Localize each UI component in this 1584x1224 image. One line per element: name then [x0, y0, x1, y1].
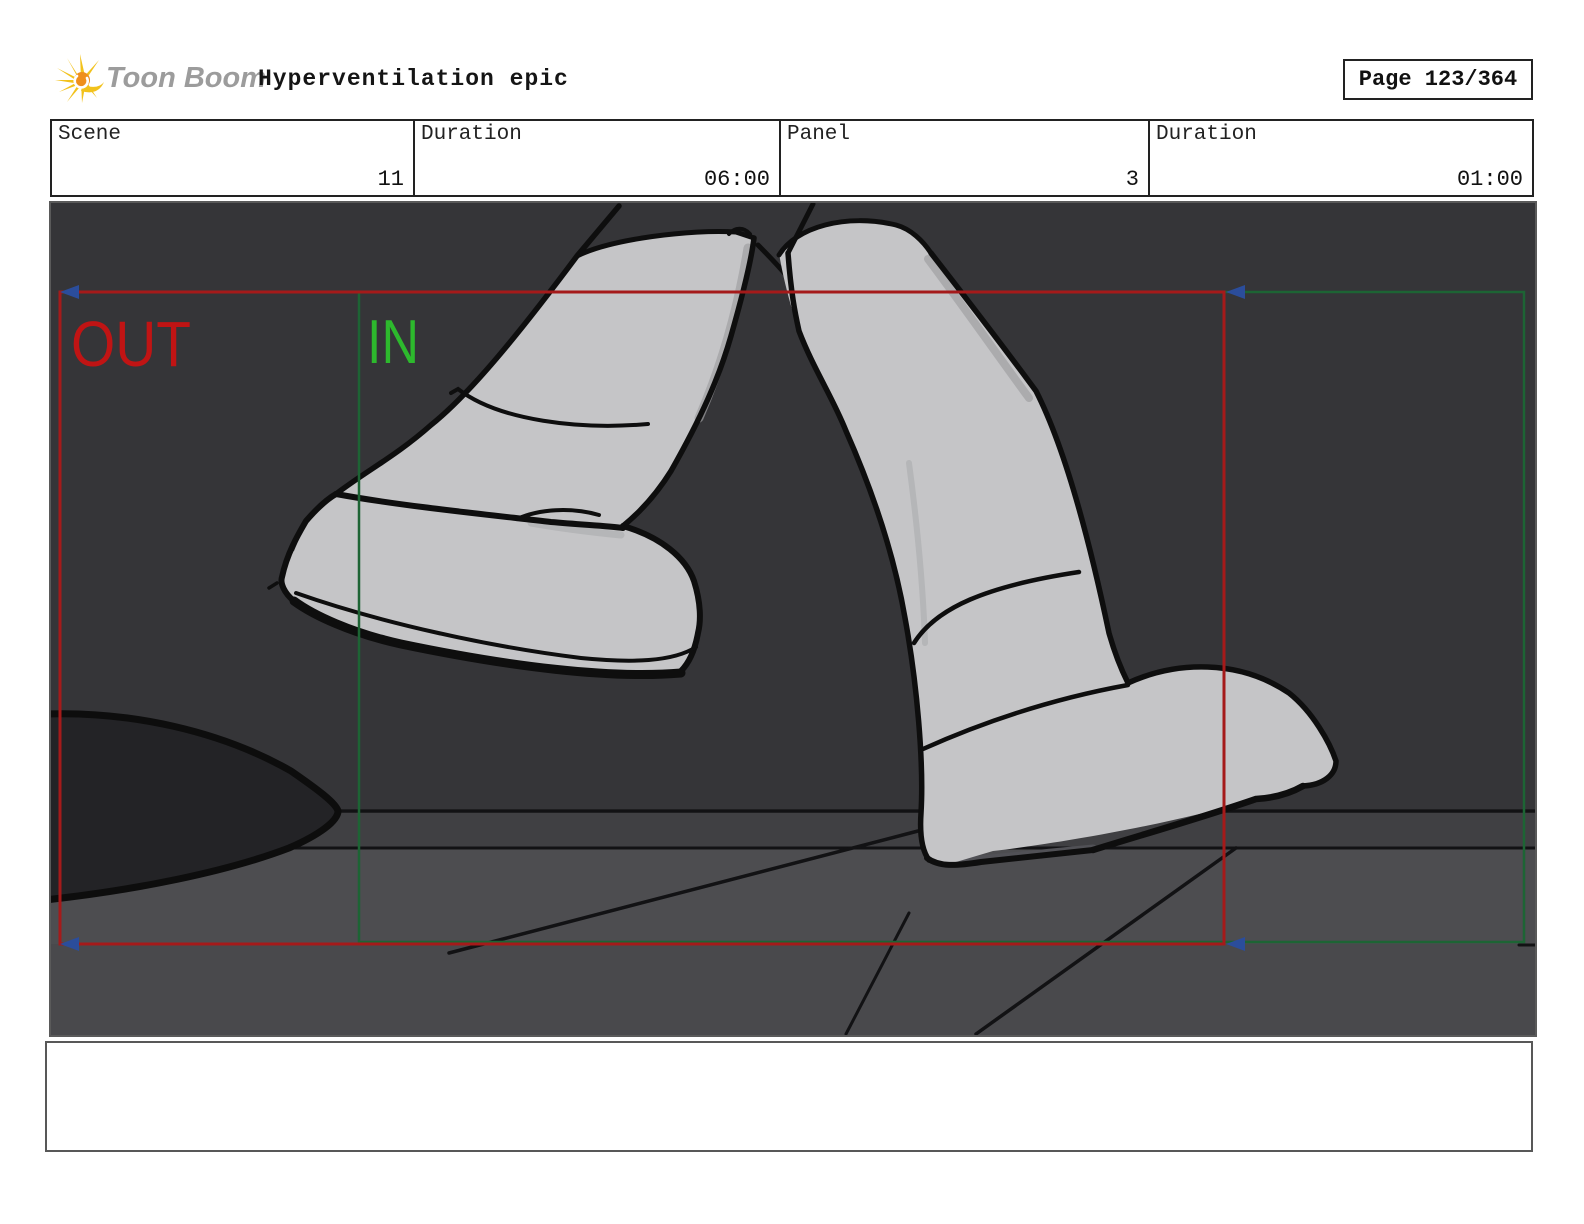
- toonboom-logo-icon: [54, 52, 104, 104]
- storyboard-panel: OUT IN: [49, 201, 1537, 1037]
- panel-number-value: 3: [1126, 167, 1139, 192]
- panel-duration-value: 01:00: [1457, 167, 1523, 192]
- panel-duration-label: Duration: [1156, 123, 1257, 146]
- storyboard-panel-drawing: OUT IN: [51, 203, 1535, 1035]
- page-number-box: Page 123/364: [1343, 59, 1533, 100]
- scene-cell: Scene 11: [52, 121, 413, 195]
- scene-duration-label: Duration: [421, 123, 522, 146]
- project-title: Hyperventilation epic: [258, 66, 569, 92]
- scene-duration-cell: Duration 06:00: [413, 121, 779, 195]
- camera-out-label: OUT: [71, 308, 191, 380]
- caption-box: [45, 1041, 1533, 1152]
- camera-in-label: IN: [367, 308, 419, 377]
- brand-wordmark: Toon Boom: [106, 62, 266, 95]
- scene-value: 11: [378, 167, 404, 192]
- panel-number-label: Panel: [787, 123, 850, 146]
- panel-info-table: Scene 11 Duration 06:00 Panel 3 Duration…: [50, 119, 1534, 197]
- scene-duration-value: 06:00: [704, 167, 770, 192]
- panel-number-cell: Panel 3: [779, 121, 1148, 195]
- panel-duration-cell: Duration 01:00: [1148, 121, 1532, 195]
- scene-label: Scene: [58, 123, 121, 146]
